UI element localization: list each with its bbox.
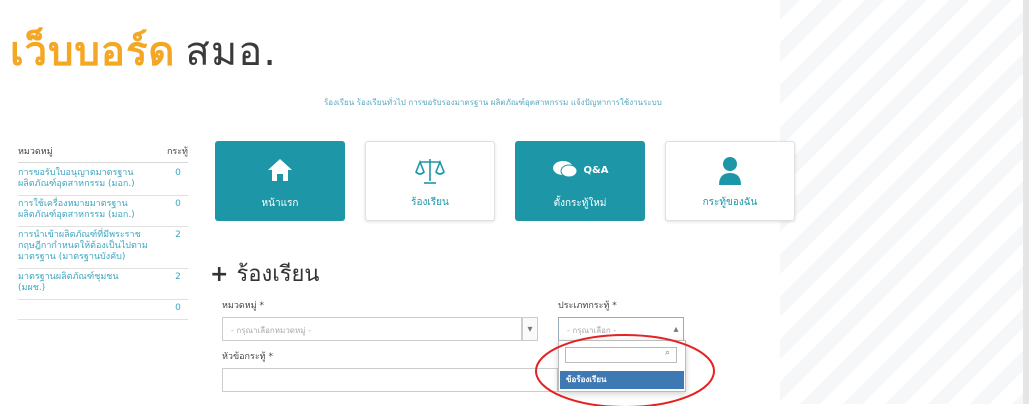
- topic-type-label: ประเภทกระทู้ *: [558, 301, 617, 311]
- category-sidebar: หมวดหมู่ กระทู้ การขอรับใบอนุญาตมาตรฐานผ…: [18, 144, 188, 320]
- sidebar-item[interactable]: การขอรับใบอนุญาตมาตรฐานผลิตภัณฑ์อุตสาหกร…: [18, 165, 188, 196]
- page-title: + ร้องเรียน: [210, 256, 319, 291]
- sidebar-header-count: กระทู้: [166, 147, 188, 157]
- breadcrumb[interactable]: ร้องเรียน ร้องเรียนทั่วไป การขอรับรองมาต…: [324, 96, 804, 110]
- tile-complaint-label: ร้องเรียน: [411, 197, 449, 208]
- home-icon: [215, 155, 345, 185]
- subject-input[interactable]: [222, 368, 558, 392]
- user-icon: [666, 156, 794, 186]
- logo-part-1: เว็บบอร์ด: [10, 29, 176, 75]
- tile-new-topic-button[interactable]: Q&A ตั้งกระทู้ใหม่: [515, 141, 645, 221]
- background-pattern: [780, 0, 1029, 404]
- tile-home-label: หน้าแรก: [261, 198, 299, 209]
- tile-my-topics-button[interactable]: กระทู้ของฉัน: [665, 141, 795, 221]
- sidebar-item-label[interactable]: การนำเข้าผลิตภัณฑ์ที่มีพระราชกฤษฎีกากำหน…: [18, 230, 148, 263]
- tile-my-topics-label: กระทู้ของฉัน: [702, 197, 758, 208]
- sidebar-item-label[interactable]: การขอรับใบอนุญาตมาตรฐานผลิตภัณฑ์อุตสาหกร…: [18, 168, 148, 190]
- annotation-circle: [535, 334, 715, 406]
- sidebar-item[interactable]: การนำเข้าผลิตภัณฑ์ที่มีพระราชกฤษฎีกากำหน…: [18, 227, 188, 269]
- tile-home-button[interactable]: หน้าแรก: [215, 141, 345, 221]
- subject-label: หัวข้อกระทู้ *: [222, 352, 273, 362]
- sidebar-item-label[interactable]: การใช้เครื่องหมายมาตรฐานผลิตภัณฑ์อุตสาหก…: [18, 199, 148, 221]
- qa-badge: Q&A: [583, 164, 609, 176]
- sidebar-item[interactable]: การใช้เครื่องหมายมาตรฐานผลิตภัณฑ์อุตสาหก…: [18, 196, 188, 227]
- sidebar-header-category: หมวดหมู่: [18, 147, 53, 157]
- window-edge: [1023, 0, 1029, 404]
- category-label: หมวดหมู่ *: [222, 301, 264, 311]
- page-title-text: ร้องเรียน: [236, 262, 320, 287]
- scale-icon: [366, 156, 494, 186]
- plus-icon: +: [210, 262, 229, 287]
- sidebar-header: หมวดหมู่ กระทู้: [18, 144, 188, 163]
- logo-part-2: สมอ.: [185, 29, 277, 75]
- sidebar-item-count: 2: [175, 272, 181, 282]
- sidebar-item-count: 0: [175, 303, 181, 313]
- qa-icon: Q&A: [515, 155, 645, 185]
- tile-complaint-button[interactable]: ร้องเรียน: [365, 141, 495, 221]
- site-logo[interactable]: เว็บบอร์ด สมอ.: [10, 22, 277, 82]
- sidebar-item-count: 2: [175, 230, 181, 240]
- sidebar-item[interactable]: มาตรฐานผลิตภัณฑ์ชุมชน (มผช.) 2: [18, 269, 188, 300]
- sidebar-item-count: 0: [175, 199, 181, 209]
- tile-new-topic-label: ตั้งกระทู้ใหม่: [553, 198, 607, 209]
- sidebar-item-count: 0: [175, 168, 181, 178]
- sidebar-item[interactable]: 0: [18, 300, 188, 320]
- category-select[interactable]: - กรุณาเลือกหมวดหมู่ -: [222, 317, 522, 341]
- sidebar-item-label[interactable]: มาตรฐานผลิตภัณฑ์ชุมชน (มผช.): [18, 272, 148, 294]
